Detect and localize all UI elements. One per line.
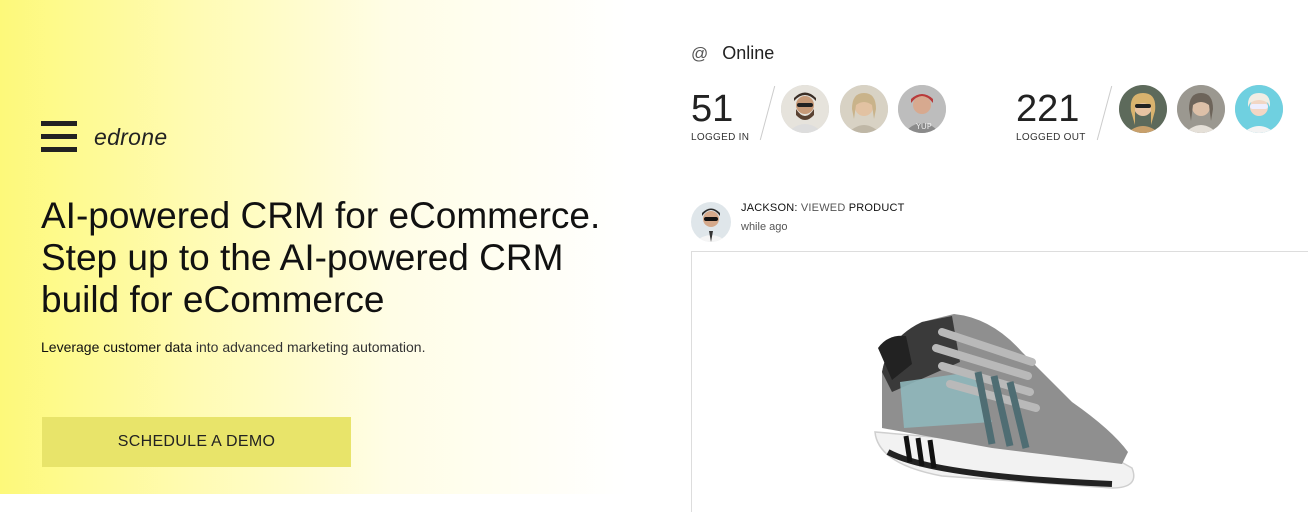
logged-in-label: LOGGED IN — [691, 132, 750, 143]
feed-avatar[interactable] — [691, 202, 731, 242]
avatar[interactable] — [781, 85, 829, 133]
logo[interactable]: edrone — [94, 124, 167, 151]
avatar[interactable] — [1235, 85, 1283, 133]
sneaker-image — [874, 314, 1135, 489]
feed-action: VIEWED — [797, 202, 846, 214]
headline-line-2: Step up to the AI-powered CRM — [41, 237, 564, 278]
hero-headline: AI-powered CRM for eCommerce. Step up to… — [41, 195, 661, 321]
avatar[interactable] — [1177, 85, 1225, 133]
avatar[interactable]: YUP — [898, 85, 946, 133]
feed-timestamp: while ago — [741, 221, 788, 233]
headline-line-3: build for eCommerce — [41, 279, 385, 320]
schedule-demo-button[interactable]: SCHEDULE A DEMO — [42, 417, 351, 467]
logged-out-label: LOGGED OUT — [1016, 132, 1086, 143]
product-card[interactable] — [691, 251, 1308, 512]
feed-event-title: JACKSON: VIEWED PRODUCT — [741, 202, 905, 214]
avatar[interactable] — [840, 85, 888, 133]
logged-out-count: 221 — [1016, 88, 1080, 130]
online-title: Online — [722, 43, 775, 63]
feed-object: PRODUCT — [845, 202, 905, 214]
logged-in-count: 51 — [691, 88, 734, 130]
hero-subline: Leverage customer data into advanced mar… — [41, 339, 425, 355]
svg-text:YUP: YUP — [915, 122, 932, 131]
headline-line-1: AI-powered CRM for eCommerce. — [41, 195, 601, 236]
subline-rest: into advanced marketing automation. — [191, 339, 426, 355]
hamburger-menu-icon[interactable] — [41, 121, 77, 153]
at-icon: @ — [691, 44, 709, 63]
online-header: @ Online — [691, 43, 774, 64]
subline-emphasis: Leverage customer data — [41, 339, 192, 355]
avatar[interactable] — [1119, 85, 1167, 133]
feed-user: JACKSON — [741, 202, 795, 214]
